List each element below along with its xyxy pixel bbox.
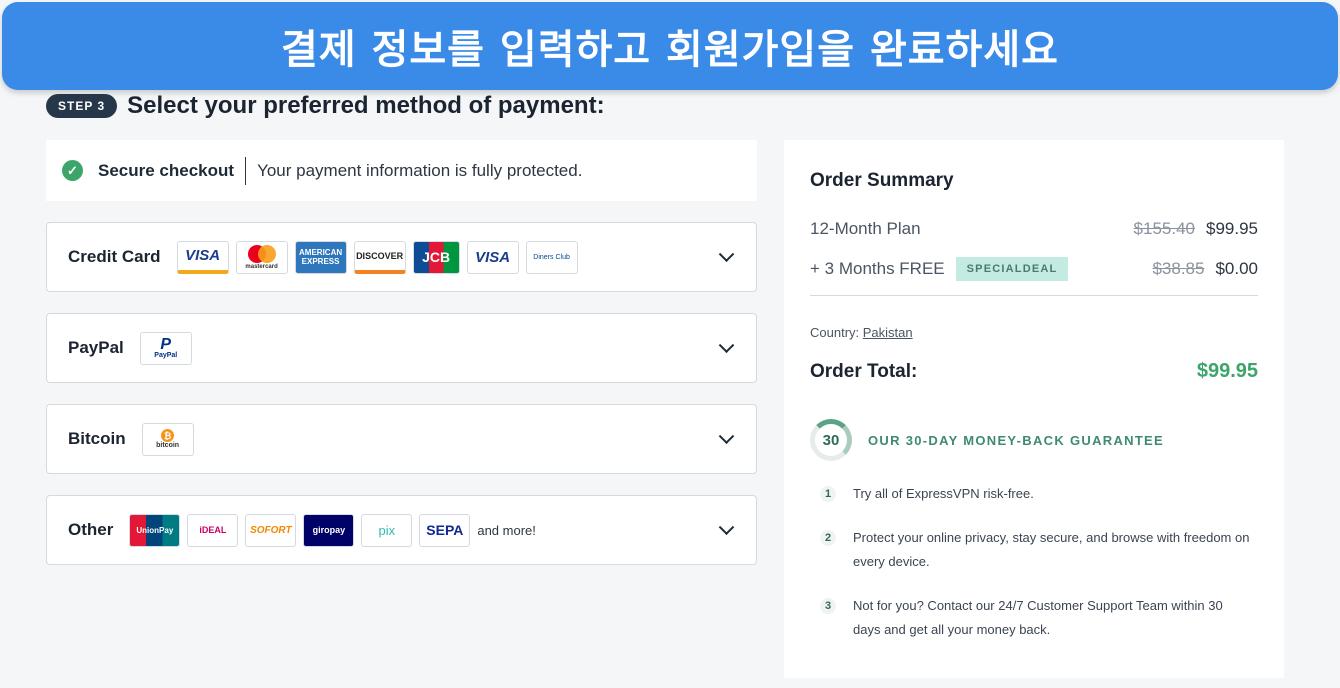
paypal-p-icon: P (160, 335, 172, 353)
other-logos: UnionPay iDEAL SOFORT giropay pix SEPA a… (129, 513, 536, 547)
guarantee-item-text: Not for you? Contact our 24/7 Customer S… (853, 598, 1223, 637)
paypal-logos: P PayPal (139, 331, 199, 365)
chevron-down-icon[interactable] (718, 428, 735, 445)
discover-logo: DISCOVER (353, 240, 406, 274)
ideal-logo: iDEAL (187, 513, 239, 547)
country-label: Country: (810, 325, 860, 340)
plan-price: $99.95 (1206, 219, 1258, 238)
guarantee-item: 1 Try all of ExpressVPN risk-free. (820, 482, 1250, 506)
step-number-badge: 2 (820, 530, 836, 546)
mastercard-logo: mastercard (235, 240, 288, 274)
visa-electron-logo: VISA (466, 240, 519, 274)
country-link[interactable]: Pakistan (863, 325, 913, 340)
giropay-logo: giropay (303, 513, 355, 547)
guarantee-item-text: Protect your online privacy, stay secure… (853, 530, 1250, 569)
chevron-down-icon[interactable] (718, 519, 735, 536)
money-back-guarantee: 30 OUR 30-DAY MONEY-BACK GUARANTEE (810, 419, 1164, 461)
bonus-label: + 3 Months FREE (810, 259, 945, 278)
bitcoin-logos: ₿ bitcoin (141, 422, 201, 456)
special-deal-badge: SPECIALDEAL (955, 257, 1069, 281)
unionpay-logo: UnionPay (129, 513, 181, 547)
guarantee-days: 30 (822, 431, 840, 449)
step-number-badge: 3 (820, 598, 836, 614)
chevron-down-icon[interactable] (718, 246, 735, 263)
payment-method-credit-card[interactable]: Credit Card VISA mastercard AMERICAN EXP… (46, 222, 757, 292)
bonus-price: $0.00 (1215, 259, 1258, 278)
paypal-logo-text: PayPal (154, 351, 178, 359)
page-title: Select your preferred method of payment: (127, 92, 605, 119)
order-total-label: Order Total: (810, 360, 918, 382)
payment-method-other[interactable]: Other UnionPay iDEAL SOFORT giropay pix … (46, 495, 757, 565)
mastercard-circles-icon (247, 245, 276, 263)
payment-method-label: Other (68, 520, 114, 539)
plan-row: 12-Month Plan $155.40 $99.95 (810, 219, 1258, 239)
mastercard-text: mastercard (245, 264, 278, 270)
pix-logo: pix (361, 513, 413, 547)
bitcoin-logo-text: bitcoin (156, 442, 180, 449)
payment-method-paypal[interactable]: PayPal P PayPal (46, 313, 757, 383)
plan-old-price: $155.40 (1133, 219, 1195, 238)
bitcoin-coin-icon: ₿ (161, 429, 175, 442)
step-badge: STEP 3 (46, 94, 118, 118)
thirty-day-badge-icon: 30 (810, 419, 852, 461)
order-total-row: Order Total: $99.95 (810, 360, 1258, 383)
order-summary-title: Order Summary (810, 170, 954, 191)
jcb-logo: JCB (412, 240, 460, 274)
payment-method-label: Bitcoin (68, 429, 126, 448)
instruction-banner: 결제 정보를 입력하고 회원가입을 완료하세요 (2, 2, 1338, 90)
order-total-amount: $99.95 (1196, 360, 1258, 382)
guarantee-item: 3 Not for you? Contact our 24/7 Customer… (820, 594, 1250, 642)
visa-logo: VISA (176, 240, 229, 274)
diners-club-logo: Diners Club (525, 240, 578, 274)
order-summary-panel: Order Summary 12-Month Plan $155.40 $99.… (784, 140, 1284, 678)
payment-method-label: Credit Card (68, 247, 161, 266)
paypal-logo: P PayPal (139, 331, 192, 365)
plan-label: 12-Month Plan (810, 219, 921, 238)
guarantee-title: OUR 30-DAY MONEY-BACK GUARANTEE (868, 432, 1165, 448)
payment-method-label: PayPal (68, 338, 124, 357)
card-logos: VISA mastercard AMERICAN EXPRESS DISCOVE… (176, 240, 585, 274)
check-circle-icon: ✓ (62, 160, 83, 181)
guarantee-item: 2 Protect your online privacy, stay secu… (820, 526, 1250, 574)
bitcoin-logo: ₿ bitcoin (141, 422, 194, 456)
step-number-badge: 1 (820, 486, 836, 502)
secure-checkout-title: Secure checkout (98, 160, 235, 180)
country-line: Country: Pakistan (810, 325, 913, 340)
sofort-logo: SOFORT (245, 513, 297, 547)
divider (245, 156, 247, 185)
sepa-logo: SEPA (419, 513, 471, 547)
step-header: STEP 3 Select your preferred method of p… (46, 92, 605, 120)
bonus-old-price: $38.85 (1152, 259, 1205, 278)
banner-text: 결제 정보를 입력하고 회원가입을 완료하세요 (281, 27, 1059, 73)
chevron-down-icon[interactable] (718, 337, 735, 354)
guarantee-item-text: Try all of ExpressVPN risk-free. (853, 486, 1034, 501)
divider (810, 295, 1258, 296)
secure-checkout-notice: ✓ Secure checkout Your payment informati… (46, 140, 757, 201)
payment-method-bitcoin[interactable]: Bitcoin ₿ bitcoin (46, 404, 757, 474)
amex-logo: AMERICAN EXPRESS (294, 240, 347, 274)
secure-checkout-text: Your payment information is fully protec… (257, 160, 583, 180)
and-more-text: and more! (477, 522, 536, 538)
bonus-row: + 3 Months FREE SPECIALDEAL $38.85 $0.00 (810, 257, 1258, 281)
